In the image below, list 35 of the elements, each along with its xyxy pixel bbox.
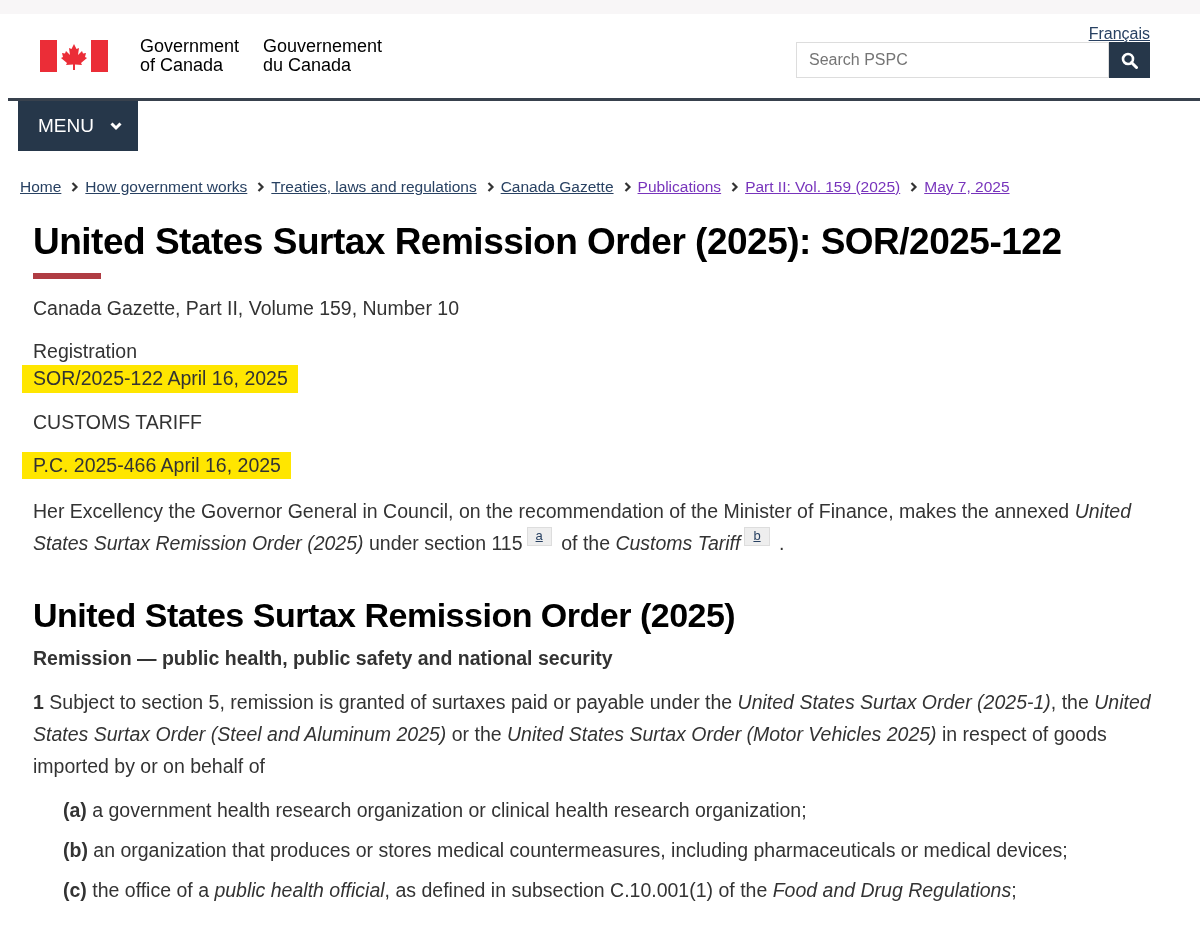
breadcrumb-link[interactable]: Home bbox=[20, 175, 62, 199]
meta-line: CUSTOMS TARIFF bbox=[33, 409, 203, 435]
breadcrumb-link[interactable]: Part II: Vol. 159 (2025) bbox=[745, 175, 901, 199]
chevron-icon bbox=[109, 121, 122, 131]
breadcrumb-link[interactable]: Canada Gazette bbox=[500, 175, 614, 199]
chevron-icon bbox=[486, 181, 495, 192]
clause-paragraph: (b) an organization that produces or stores medical countermeasures, including pharmaceuticals or medical devices; bbox=[63, 838, 1069, 864]
section-heading: United States Surtax Remission Order (2025) bbox=[33, 595, 737, 637]
search-button[interactable] bbox=[1109, 42, 1150, 78]
meta-line: Canada Gazette, Part II, Volume 159, Number 10 bbox=[33, 295, 460, 321]
breadcrumb-link[interactable]: How government works bbox=[85, 175, 248, 199]
wordmark-text: Gouvernement du Canada bbox=[263, 37, 383, 75]
clause-paragraph: (c) the office of a public health official, as defined in subsection C.10.001(1) of the Food and Drug Regulations; bbox=[63, 878, 1018, 904]
breadcrumb-link[interactable]: Treaties, laws and regulations bbox=[271, 175, 477, 199]
title-underline bbox=[33, 272, 101, 279]
menu-button[interactable]: MENU bbox=[18, 101, 138, 151]
clause-paragraph: (a) a government health research organization or clinical health research organization; bbox=[63, 798, 808, 824]
footnote-link[interactable]: b bbox=[744, 527, 770, 547]
page-title: United States Surtax Remission Order (2025): SOR/2025-122 bbox=[33, 220, 1063, 265]
chevron-icon bbox=[257, 181, 266, 192]
section-paragraph: 1 Subject to section 5, remission is granted of surtaxes paid or payable under the United States Surtax Order (2025-1), the United States Surtax Order (Steel and Aluminum 2025) or the United States Surtax Order (Motor Vehicles 2025) in respect of goods imported by or on behalf of bbox=[33, 689, 1152, 779]
chevron-icon bbox=[731, 181, 740, 192]
footnote-link[interactable]: a bbox=[526, 527, 552, 547]
subheading: Remission — public health, public safety and national security bbox=[33, 646, 614, 672]
breadcrumb-link[interactable]: May 7, 2025 bbox=[924, 175, 1010, 199]
chevron-icon bbox=[910, 181, 919, 192]
search-field[interactable]: Search PSPC bbox=[796, 42, 1109, 78]
chevron-icon bbox=[71, 181, 80, 192]
canadian-flag-icon bbox=[40, 40, 108, 72]
chevron-icon bbox=[623, 181, 632, 192]
meta-line: Registration bbox=[33, 338, 139, 364]
breadcrumb-link[interactable]: Publications bbox=[637, 175, 722, 199]
preamble-paragraph: Her Excellency the Governor General in Council, on the recommendation of the Minister of Finance, makes the annexed United States Surtax Remission Order (2025) under section 115 a of the Customs Tariff b . bbox=[33, 499, 1133, 557]
search-icon bbox=[1121, 51, 1138, 69]
wordmark-text: Government of Canada bbox=[140, 37, 240, 75]
